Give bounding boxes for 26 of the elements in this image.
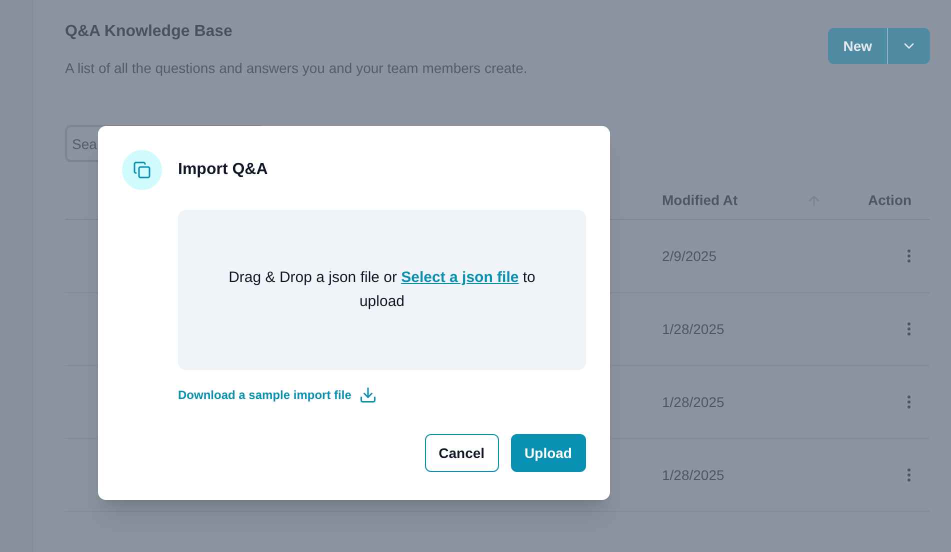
dialog-title: Import Q&A: [178, 160, 268, 180]
page-title: Q&A Knowledge Base: [65, 22, 234, 42]
more-options-button[interactable]: [907, 468, 911, 482]
upload-button[interactable]: Upload: [510, 434, 586, 472]
cancel-button[interactable]: Cancel: [424, 434, 499, 472]
more-vertical-icon: [907, 322, 911, 336]
more-options-button[interactable]: [907, 322, 911, 336]
column-header[interactable]: Modified At: [662, 190, 806, 211]
more-options-button[interactable]: [907, 249, 911, 263]
download-icon[interactable]: [359, 386, 378, 404]
more-vertical-icon: [907, 249, 911, 263]
column-header: Action: [868, 191, 912, 210]
more-vertical-icon: [907, 395, 911, 409]
drop-zone[interactable]: Drag & Drop a json file or Select a json file to upload: [178, 210, 586, 370]
table-cell-text: 2/9/2025: [662, 246, 718, 266]
table-cell-text: 1/28/2025: [662, 466, 726, 484]
copy-icon: [122, 150, 162, 190]
drop-instructions: Drag & Drop a json file or Select a json file to upload: [228, 268, 536, 312]
select-file-link[interactable]: Select a json file: [401, 269, 519, 286]
more-options-button[interactable]: [907, 395, 911, 409]
table-cell-text: 1/28/2025: [662, 320, 726, 338]
more-vertical-icon: [907, 468, 911, 482]
new-button[interactable]: New: [828, 28, 887, 64]
download-sample-link[interactable]: Download a sample import file: [178, 386, 352, 404]
table-cell-text: 1/28/2025: [662, 392, 726, 412]
dropdown-button[interactable]: [887, 28, 930, 64]
